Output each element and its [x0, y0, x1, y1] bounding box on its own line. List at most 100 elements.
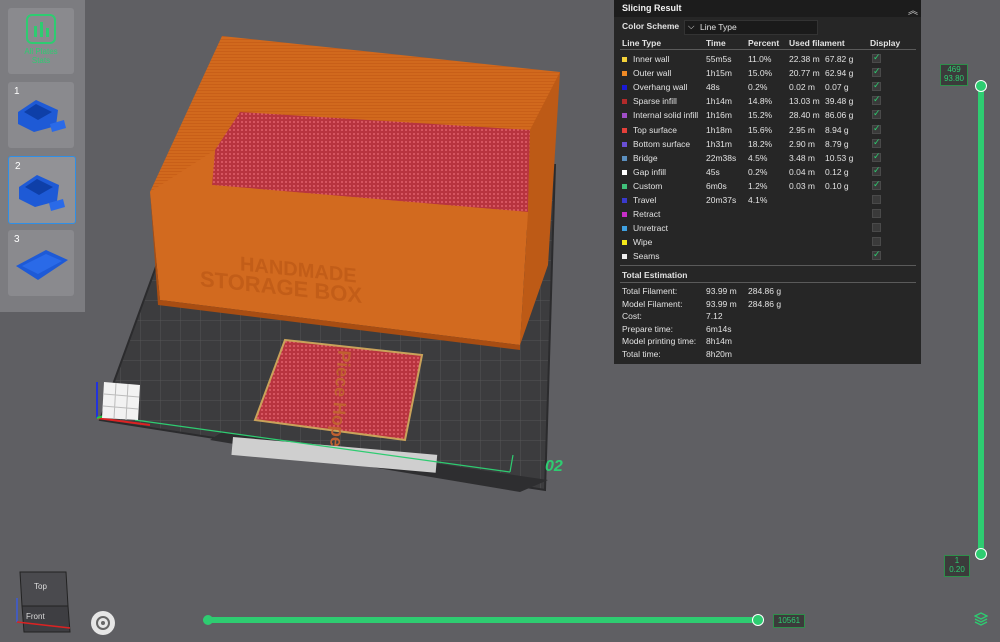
table-row: Unretract: [614, 222, 921, 236]
table-row: Overhang wall 48s 0.2% 0.02 m 0.07 g: [614, 80, 921, 95]
display-checkbox[interactable]: [872, 151, 881, 162]
color-swatch: [622, 141, 627, 147]
slicing-result-title: Slicing Result: [622, 3, 682, 13]
plate-preview-icon: [16, 250, 68, 280]
layers-icon[interactable]: [973, 612, 989, 626]
table-row: Custom 6m0s 1.2% 0.03 m 0.10 g: [614, 179, 921, 194]
line-type-time: 1h14m: [706, 96, 732, 107]
line-type-name: Outer wall: [633, 68, 672, 79]
line-type-name: Internal solid infill: [633, 110, 699, 121]
line-type-percent: 15.6%: [748, 124, 773, 135]
line-type-length: 2.90 m: [789, 138, 815, 149]
color-swatch: [622, 254, 627, 260]
chevron-down-icon: ⌵: [688, 21, 695, 31]
line-type-name: Inner wall: [633, 54, 670, 64]
line-type-length: 28.40 m: [789, 110, 820, 121]
color-scheme-value: Line Type: [700, 22, 737, 32]
line-type-length: 0.02 m: [789, 82, 815, 93]
layer-bottom-height: 0.20: [949, 565, 965, 574]
display-checkbox[interactable]: [872, 108, 881, 120]
line-type-percent: 4.5%: [748, 152, 768, 163]
table-row: Retract: [614, 208, 921, 222]
line-type-percent: 15.0%: [748, 68, 773, 79]
line-type-length: 20.77 m: [789, 68, 820, 79]
layer-slider-bottom-handle[interactable]: [975, 548, 987, 560]
col-header-percent: Percent: [748, 38, 780, 48]
estimation-value: 93.99 m: [706, 286, 737, 296]
layer-bottom-tag: 1 0.20: [944, 555, 970, 577]
estimation-value: 6m14s: [706, 323, 732, 334]
plate-number-label: 02: [545, 458, 563, 475]
color-scheme-dropdown[interactable]: ⌵ Line Type: [684, 20, 818, 35]
estimation-value: 8h20m: [706, 349, 732, 359]
layer-slider[interactable]: [975, 70, 987, 570]
move-slider-start-handle[interactable]: [203, 615, 213, 625]
color-swatch: [622, 57, 627, 62]
color-swatch: [622, 183, 627, 189]
plates-panel: All Plates Stats 1 2 3: [0, 0, 85, 312]
display-checkbox[interactable]: [872, 94, 881, 106]
color-scheme-label: Color Scheme: [622, 21, 680, 31]
display-checkbox[interactable]: [872, 223, 881, 233]
line-type-time: 22m38s: [706, 152, 737, 163]
table-row: Travel 20m37s 4.1%: [614, 194, 921, 208]
view-cube[interactable]: Top Front: [12, 568, 74, 636]
color-swatch: [622, 99, 627, 105]
display-checkbox[interactable]: [872, 80, 881, 92]
line-type-weight: 8.94 g: [825, 124, 849, 135]
line-type-time: 1h18m: [706, 124, 732, 135]
move-slider-handle[interactable]: [752, 614, 764, 626]
layer-slider-top-handle[interactable]: [975, 80, 987, 92]
line-type-name: Bottom surface: [633, 138, 691, 149]
plate-thumbnail-3[interactable]: 3: [8, 230, 74, 296]
estimation-row: Total time: 8h20m: [614, 348, 921, 362]
display-checkbox[interactable]: [872, 165, 881, 176]
layer-top-height: 93.80: [943, 74, 965, 83]
line-type-percent: 4.1%: [748, 195, 768, 205]
plate-thumbnail-2[interactable]: 2: [8, 156, 76, 224]
line-type-weight: 0.10 g: [825, 180, 849, 191]
estimation-value-2: 284.86 g: [748, 286, 782, 296]
display-checkbox[interactable]: [872, 179, 881, 190]
estimation-label: Total time:: [622, 349, 661, 359]
col-header-used-filament: Used filament: [789, 38, 845, 48]
plate-preview-icon: [19, 175, 65, 211]
display-checkbox[interactable]: [872, 123, 881, 134]
stats-label-line2: Stats: [31, 56, 51, 65]
display-checkbox[interactable]: [872, 66, 881, 78]
table-row: Bridge 22m38s 4.5% 3.48 m 10.53 g: [614, 151, 921, 166]
collapse-icon[interactable]: ︽: [908, 2, 918, 17]
line-type-name: Top surface: [633, 124, 677, 135]
table-row: Inner wall 55m5s 11.0% 22.38 m 67.82 g: [614, 52, 921, 67]
line-type-name: Overhang wall: [633, 82, 688, 93]
estimation-value: 7.12: [706, 311, 723, 322]
line-type-weight: 62.94 g: [825, 68, 854, 79]
line-type-percent: 0.2%: [748, 82, 768, 93]
move-slider-track: [203, 617, 759, 623]
plate-thumbnail-1[interactable]: 1: [8, 82, 74, 148]
color-swatch: [622, 113, 627, 119]
color-swatch: [622, 127, 627, 133]
all-plates-stats-button[interactable]: All Plates Stats: [8, 8, 74, 74]
move-slider[interactable]: [203, 614, 773, 626]
move-slider-value: 10561: [773, 614, 805, 628]
display-checkbox[interactable]: [872, 52, 881, 63]
col-header-display: Display: [870, 38, 901, 48]
camera-settings-button[interactable]: [91, 611, 115, 635]
table-row: Outer wall 1h15m 15.0% 20.77 m 62.94 g: [614, 66, 921, 81]
display-checkbox[interactable]: [872, 249, 881, 261]
estimation-value: 93.99 m: [706, 298, 737, 309]
display-checkbox[interactable]: [872, 195, 881, 204]
estimation-label: Model Filament:: [622, 298, 683, 309]
display-checkbox[interactable]: [872, 237, 881, 247]
line-type-length: 0.04 m: [789, 166, 815, 177]
table-row: Top surface 1h18m 15.6% 2.95 m 8.94 g: [614, 123, 921, 138]
line-type-name: Wipe: [633, 237, 653, 248]
slicing-result-panel: Slicing Result ︽ Color Scheme ⌵ Line Typ…: [614, 0, 921, 364]
line-type-time: 55m5s: [706, 54, 732, 64]
line-type-name: Bridge: [633, 152, 658, 163]
line-type-length: 3.48 m: [789, 152, 815, 163]
display-checkbox[interactable]: [872, 209, 881, 219]
line-type-weight: 8.79 g: [825, 138, 849, 149]
display-checkbox[interactable]: [872, 137, 881, 148]
